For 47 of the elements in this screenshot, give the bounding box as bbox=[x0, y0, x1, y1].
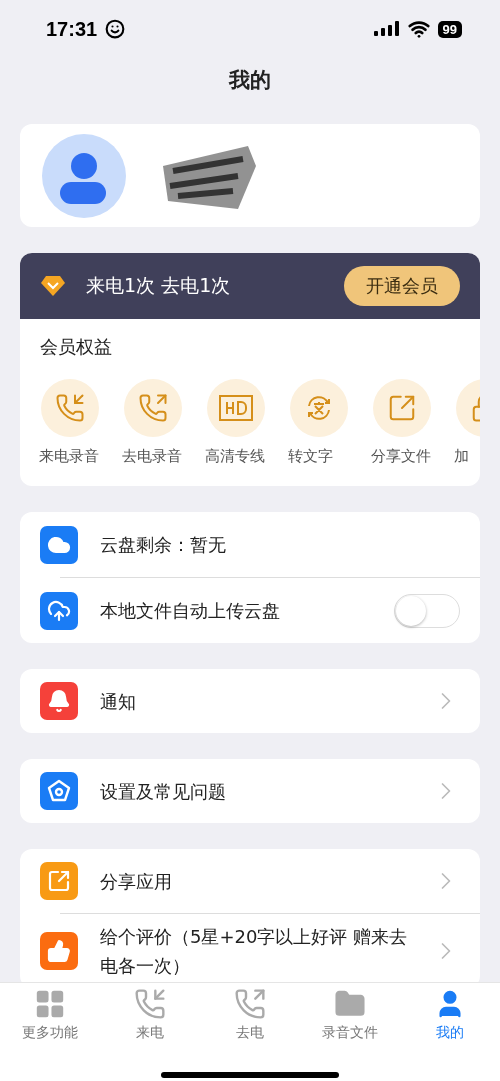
menu-item[interactable]: 本地文件自动上传云盘 bbox=[20, 578, 480, 643]
benefit-label: 去电录音 bbox=[122, 447, 183, 466]
benefit-label: 加 bbox=[454, 447, 470, 466]
diamond-icon bbox=[40, 275, 66, 297]
menu-item-label: 通知 bbox=[100, 689, 137, 714]
grid-icon bbox=[34, 988, 66, 1020]
toggle-switch[interactable] bbox=[394, 593, 460, 628]
benefit-label: 来电录音 bbox=[39, 447, 100, 466]
tab-item[interactable]: 录音文件 bbox=[300, 983, 400, 1042]
avatar-icon bbox=[40, 131, 128, 220]
hd-icon bbox=[219, 395, 253, 421]
bell-icon bbox=[47, 689, 71, 713]
section-title: 会员权益 bbox=[39, 335, 113, 359]
share-icon bbox=[387, 393, 417, 423]
menu-item-label: 本地文件自动上传云盘 bbox=[100, 599, 281, 623]
membership-summary: 来电1次 去电1次 bbox=[86, 273, 232, 298]
tab-item[interactable]: 我的 bbox=[400, 983, 500, 1042]
thumbs-up-icon bbox=[47, 939, 71, 963]
menu-item[interactable]: 设置及常见问题 bbox=[20, 759, 480, 823]
menu-item-label: 云盘剩余：暂无 bbox=[100, 533, 227, 557]
incoming-call-icon bbox=[134, 988, 166, 1020]
menu-item[interactable]: 通知 bbox=[20, 669, 480, 733]
benefit-label: 分享文件 bbox=[371, 447, 432, 466]
menu-item-label: 给个评价（5星+20字以上好评 赠来去电各一次） bbox=[100, 925, 409, 978]
smiley-icon bbox=[105, 19, 126, 39]
page-title: 我的 bbox=[227, 67, 272, 94]
share-icon bbox=[47, 869, 71, 893]
tab-item[interactable]: 更多功能 bbox=[0, 983, 100, 1042]
benefit-label: 高清专线 bbox=[205, 447, 266, 466]
menu-item-label: 设置及常见问题 bbox=[100, 779, 227, 804]
tab-item[interactable]: 来电 bbox=[100, 983, 200, 1042]
menu-item-label: 分享应用 bbox=[100, 869, 173, 894]
tab-item[interactable]: 去电 bbox=[200, 983, 300, 1042]
outgoing-call-icon bbox=[138, 393, 168, 423]
cloud-upload-icon bbox=[47, 598, 71, 623]
settings-icon bbox=[47, 779, 71, 803]
status-time: 17:31 bbox=[46, 17, 98, 41]
outgoing-call-icon bbox=[234, 988, 266, 1020]
battery-level: 99 bbox=[437, 20, 462, 38]
wifi-icon bbox=[407, 18, 430, 40]
menu-item[interactable]: 分享应用 bbox=[20, 849, 480, 913]
menu-item[interactable]: 云盘剩余：暂无 bbox=[20, 512, 480, 577]
incoming-call-icon bbox=[55, 393, 85, 423]
signal-icon bbox=[373, 21, 400, 37]
benefit-label: 转文字 bbox=[288, 447, 334, 466]
vip-button[interactable]: 开通会员 bbox=[344, 266, 460, 306]
menu-item[interactable]: 给个评价（5星+20字以上好评 赠来去电各一次） bbox=[20, 914, 480, 982]
